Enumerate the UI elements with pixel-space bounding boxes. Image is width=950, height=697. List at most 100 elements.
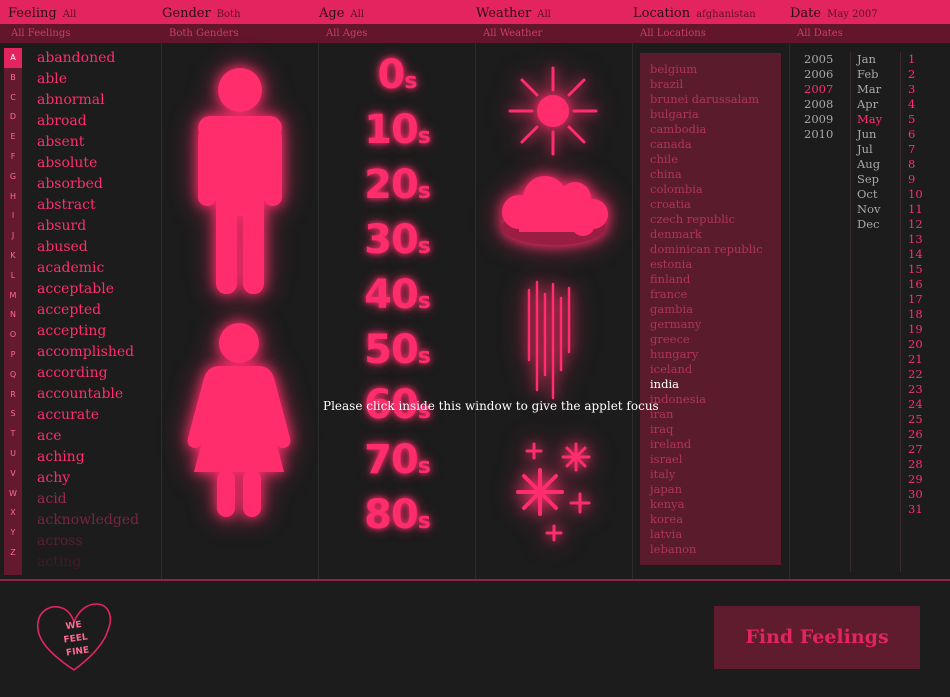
- age-30s[interactable]: 30s: [320, 217, 475, 263]
- alphabet-letter-j[interactable]: J: [4, 226, 22, 246]
- location-item[interactable]: iceland: [650, 362, 781, 377]
- location-item[interactable]: japan: [650, 482, 781, 497]
- day-item[interactable]: 6: [908, 127, 923, 142]
- feeling-item[interactable]: acid: [37, 489, 157, 510]
- location-item[interactable]: kenya: [650, 497, 781, 512]
- location-item[interactable]: dominican republic: [650, 242, 781, 257]
- alphabet-letter-e[interactable]: E: [4, 127, 22, 147]
- day-item[interactable]: 26: [908, 427, 923, 442]
- feeling-item[interactable]: abused: [37, 237, 157, 258]
- location-item[interactable]: canada: [650, 137, 781, 152]
- alphabet-letter-z[interactable]: Z: [4, 543, 22, 563]
- alphabet-letter-i[interactable]: I: [4, 206, 22, 226]
- feeling-item[interactable]: abandoned: [37, 48, 157, 69]
- header-location[interactable]: Location afghanistan: [625, 0, 756, 24]
- alphabet-letter-u[interactable]: U: [4, 444, 22, 464]
- day-item[interactable]: 3: [908, 82, 923, 97]
- feeling-item[interactable]: academic: [37, 258, 157, 279]
- alphabet-letter-y[interactable]: Y: [4, 523, 22, 543]
- day-item[interactable]: 13: [908, 232, 923, 247]
- alphabet-letter-l[interactable]: L: [4, 266, 22, 286]
- both-genders-link[interactable]: Both Genders: [158, 24, 239, 43]
- age-0s[interactable]: 0s: [320, 52, 475, 98]
- month-item[interactable]: Apr: [857, 97, 882, 112]
- location-item[interactable]: cambodia: [650, 122, 781, 137]
- location-item[interactable]: italy: [650, 467, 781, 482]
- day-item[interactable]: 1: [908, 52, 923, 67]
- month-item[interactable]: Sep: [857, 172, 882, 187]
- alphabet-letter-b[interactable]: B: [4, 68, 22, 88]
- location-item[interactable]: ireland: [650, 437, 781, 452]
- month-item[interactable]: Nov: [857, 202, 882, 217]
- day-item[interactable]: 21: [908, 352, 923, 367]
- age-40s[interactable]: 40s: [320, 272, 475, 318]
- year-item[interactable]: 2010: [804, 127, 833, 142]
- month-item[interactable]: Jun: [857, 127, 882, 142]
- location-item[interactable]: iran: [650, 407, 781, 422]
- location-item[interactable]: germany: [650, 317, 781, 332]
- feeling-item[interactable]: according: [37, 363, 157, 384]
- day-item[interactable]: 22: [908, 367, 923, 382]
- snow-icon[interactable]: [510, 440, 600, 544]
- day-item[interactable]: 24: [908, 397, 923, 412]
- female-icon[interactable]: [186, 322, 292, 518]
- alphabet-letter-m[interactable]: M: [4, 286, 22, 306]
- alphabet-letter-f[interactable]: F: [4, 147, 22, 167]
- alphabet-letter-r[interactable]: R: [4, 385, 22, 405]
- location-item[interactable]: bulgaria: [650, 107, 781, 122]
- we-feel-fine-logo[interactable]: WE FEEL FINE: [34, 600, 114, 676]
- alphabet-letter-g[interactable]: G: [4, 167, 22, 187]
- feeling-item[interactable]: acknowledged: [37, 510, 157, 531]
- day-item[interactable]: 31: [908, 502, 923, 517]
- year-item[interactable]: 2009: [804, 112, 833, 127]
- alphabet-letter-t[interactable]: T: [4, 424, 22, 444]
- feeling-item[interactable]: achy: [37, 468, 157, 489]
- all-feelings-link[interactable]: All Feelings: [0, 24, 70, 43]
- alphabet-letter-x[interactable]: X: [4, 503, 22, 523]
- header-date[interactable]: Date May 2007: [782, 0, 878, 24]
- location-item[interactable]: belgium: [650, 62, 781, 77]
- all-ages-link[interactable]: All Ages: [315, 24, 367, 43]
- age-80s[interactable]: 80s: [320, 492, 475, 538]
- alphabet-letter-d[interactable]: D: [4, 107, 22, 127]
- feeling-item[interactable]: absent: [37, 132, 157, 153]
- feeling-item[interactable]: accurate: [37, 405, 157, 426]
- day-item[interactable]: 27: [908, 442, 923, 457]
- alphabet-letter-q[interactable]: Q: [4, 365, 22, 385]
- age-10s[interactable]: 10s: [320, 107, 475, 153]
- feeling-item[interactable]: acceptable: [37, 279, 157, 300]
- header-age[interactable]: Age All: [311, 0, 364, 24]
- feeling-item[interactable]: abroad: [37, 111, 157, 132]
- feeling-item[interactable]: aching: [37, 447, 157, 468]
- feeling-item[interactable]: across: [37, 531, 157, 552]
- location-item[interactable]: estonia: [650, 257, 781, 272]
- location-item[interactable]: hungary: [650, 347, 781, 362]
- day-item[interactable]: 10: [908, 187, 923, 202]
- age-50s[interactable]: 50s: [320, 327, 475, 373]
- year-item[interactable]: 2006: [804, 67, 833, 82]
- all-locations-link[interactable]: All Locations: [629, 24, 706, 43]
- day-item[interactable]: 9: [908, 172, 923, 187]
- location-item[interactable]: iraq: [650, 422, 781, 437]
- alphabet-letter-v[interactable]: V: [4, 464, 22, 484]
- alphabet-letter-k[interactable]: K: [4, 246, 22, 266]
- alphabet-letter-a[interactable]: A: [4, 48, 22, 68]
- month-item[interactable]: Jan: [857, 52, 882, 67]
- day-item[interactable]: 28: [908, 457, 923, 472]
- location-item[interactable]: israel: [650, 452, 781, 467]
- header-gender[interactable]: Gender Both: [154, 0, 241, 24]
- month-item[interactable]: Oct: [857, 187, 882, 202]
- location-item[interactable]: finland: [650, 272, 781, 287]
- age-70s[interactable]: 70s: [320, 437, 475, 483]
- month-item[interactable]: May: [857, 112, 882, 127]
- year-item[interactable]: 2008: [804, 97, 833, 112]
- location-item[interactable]: czech republic: [650, 212, 781, 227]
- alphabet-letter-s[interactable]: S: [4, 404, 22, 424]
- day-item[interactable]: 8: [908, 157, 923, 172]
- location-item[interactable]: greece: [650, 332, 781, 347]
- rain-icon[interactable]: [521, 280, 577, 400]
- alphabet-letter-o[interactable]: O: [4, 325, 22, 345]
- day-item[interactable]: 30: [908, 487, 923, 502]
- feeling-item[interactable]: absurd: [37, 216, 157, 237]
- feeling-item[interactable]: accepted: [37, 300, 157, 321]
